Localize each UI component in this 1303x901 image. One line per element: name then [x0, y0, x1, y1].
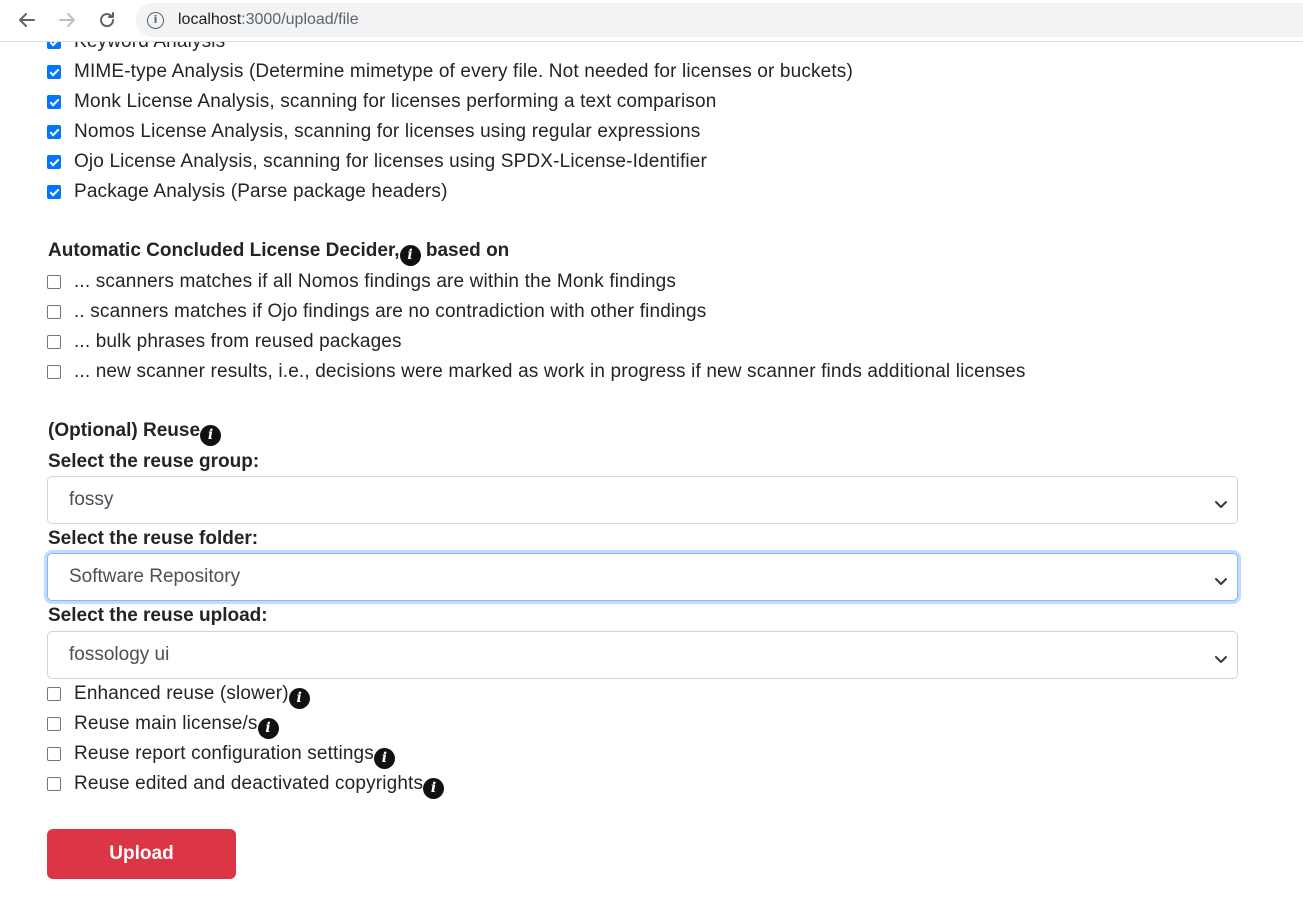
ojo-analysis-label: Ojo License Analysis, scanning for licen… — [74, 151, 707, 172]
decider-bulk-label: ... bulk phrases from reused packages — [74, 331, 402, 352]
reload-icon[interactable] — [90, 4, 124, 36]
decider-ojo-label: .. scanners matches if Ojo findings are … — [74, 301, 707, 322]
reuse-copyrights-label: Reuse edited and deactivated copyrights i — [74, 773, 445, 799]
arrow-right-icon[interactable] — [50, 4, 84, 36]
reuse-folder-select[interactable]: Software Repository — [47, 553, 1238, 601]
reuse-report-config-checkbox[interactable] — [47, 747, 61, 761]
info-icon[interactable]: i — [399, 245, 421, 266]
package-analysis-label: Package Analysis (Parse package headers) — [74, 181, 448, 202]
reuse-folder-label: Select the reuse folder: — [48, 528, 259, 549]
reuse-heading: (Optional) Reuse i — [48, 420, 222, 446]
chevron-down-icon — [1214, 650, 1228, 669]
decider-new-scanner-checkbox[interactable] — [47, 365, 61, 379]
upload-button[interactable]: Upload — [47, 829, 236, 879]
reuse-folder-value: Software Repository — [69, 566, 241, 587]
reuse-upload-label: Select the reuse upload: — [48, 605, 268, 626]
reuse-upload-select[interactable]: fossology ui — [47, 631, 1238, 679]
reuse-group-label: Select the reuse group: — [48, 451, 260, 472]
nomos-analysis-checkbox[interactable] — [47, 125, 61, 139]
arrow-left-icon[interactable] — [10, 4, 44, 36]
nomos-analysis-label: Nomos License Analysis, scanning for lic… — [74, 121, 701, 142]
info-icon[interactable]: i — [200, 425, 222, 446]
info-icon[interactable]: i — [373, 748, 395, 769]
address-bar[interactable]: i localhost:3000/upload/file — [136, 3, 1303, 37]
browser-toolbar: i localhost:3000/upload/file — [0, 0, 1303, 42]
reuse-copyrights-checkbox[interactable] — [47, 777, 61, 791]
decider-ojo-checkbox[interactable] — [47, 305, 61, 319]
package-analysis-checkbox[interactable] — [47, 185, 61, 199]
upload-form: Keyword Analysis MIME-type Analysis (Det… — [0, 0, 1303, 901]
ojo-analysis-checkbox[interactable] — [47, 155, 61, 169]
info-circle-icon[interactable]: i — [147, 12, 164, 29]
decider-new-scanner-label: ... new scanner results, i.e., decisions… — [74, 361, 1026, 382]
info-icon[interactable]: i — [423, 778, 445, 799]
mime-type-analysis-label: MIME-type Analysis (Determine mimetype o… — [74, 61, 853, 82]
info-icon[interactable]: i — [288, 688, 310, 709]
reuse-main-license-checkbox[interactable] — [47, 717, 61, 731]
reuse-group-value: fossy — [69, 489, 114, 510]
info-icon[interactable]: i — [257, 718, 279, 739]
chevron-down-icon — [1214, 572, 1228, 591]
mime-type-analysis-checkbox[interactable] — [47, 65, 61, 79]
reuse-main-license-label: Reuse main license/s i — [74, 713, 279, 739]
decider-nomos-monk-checkbox[interactable] — [47, 275, 61, 289]
monk-analysis-checkbox[interactable] — [47, 95, 61, 109]
url-text: localhost:3000/upload/file — [178, 11, 359, 28]
reuse-report-config-label: Reuse report configuration settings i — [74, 743, 395, 769]
enhanced-reuse-checkbox[interactable] — [47, 687, 61, 701]
monk-analysis-label: Monk License Analysis, scanning for lice… — [74, 91, 717, 112]
decider-heading: Automatic Concluded License Decider, i ba… — [48, 240, 509, 266]
chevron-down-icon — [1214, 495, 1228, 514]
reuse-group-select[interactable]: fossy — [47, 476, 1238, 524]
enhanced-reuse-label: Enhanced reuse (slower) i — [74, 683, 310, 709]
reuse-upload-value: fossology ui — [69, 644, 170, 665]
decider-nomos-monk-label: ... scanners matches if all Nomos findin… — [74, 271, 677, 292]
decider-bulk-checkbox[interactable] — [47, 335, 61, 349]
